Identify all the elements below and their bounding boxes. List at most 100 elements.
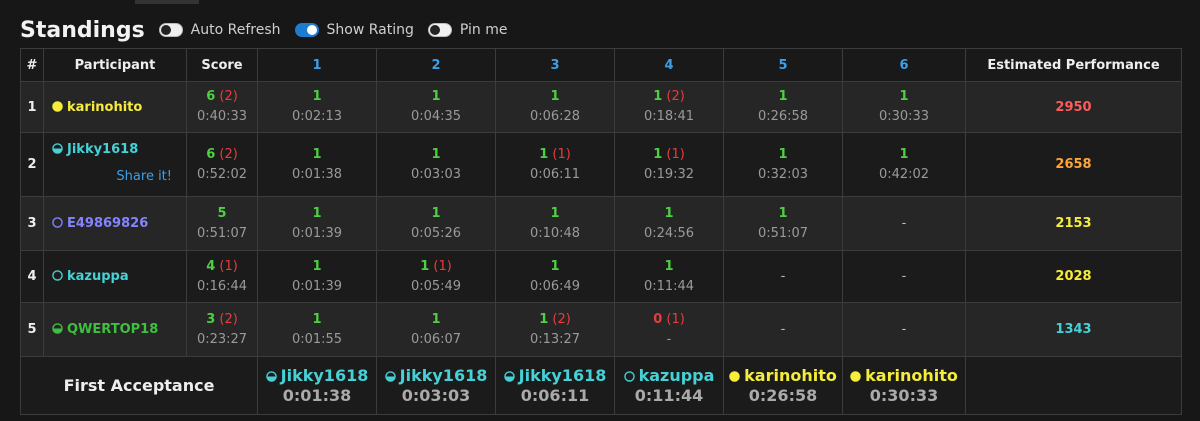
first-acceptance-cell: Jikky1618 0:03:03 xyxy=(376,356,496,415)
submission-time: 0:11:44 xyxy=(643,278,695,294)
problem-result-cell: 1 0:03:03 xyxy=(376,132,496,197)
participant-name[interactable]: karinohito xyxy=(67,100,142,115)
accepted-count: 1 xyxy=(420,258,430,274)
accepted-count: 1 xyxy=(431,146,441,162)
first-acceptance-name[interactable]: karinohito xyxy=(744,366,837,385)
submission-time: 0:05:49 xyxy=(410,278,462,294)
first-acceptance-cell: Jikky1618 0:06:11 xyxy=(495,356,615,415)
submission-time: 0:01:39 xyxy=(291,225,343,241)
wrong-attempts: (1) xyxy=(433,258,452,274)
score-penalty: (2) xyxy=(219,311,238,327)
first-acceptance-cell: karinohito 0:26:58 xyxy=(723,356,843,415)
problem-5-column-header[interactable]: 5 xyxy=(723,48,843,82)
accepted-count: 1 xyxy=(550,89,560,104)
wrong-attempts: (2) xyxy=(552,311,571,327)
empty-cell xyxy=(965,356,1182,415)
problem-4-column-header[interactable]: 4 xyxy=(614,48,724,82)
standings-table: # Participant Score 1 2 3 4 5 6 Estimate… xyxy=(20,48,1182,415)
problem-3-column-header[interactable]: 3 xyxy=(495,48,615,82)
score-penalty: (2) xyxy=(219,146,238,162)
first-acceptance-cell: Jikky1618 0:01:38 xyxy=(257,356,377,415)
participant-cell: karinohito xyxy=(43,81,187,133)
participant-name[interactable]: kazuppa xyxy=(67,269,129,284)
performance-column-header: Estimated Performance xyxy=(965,48,1182,82)
rating-circle-icon xyxy=(265,370,277,382)
rating-circle-icon xyxy=(850,370,861,382)
score-penalty: (1) xyxy=(219,258,238,274)
first-acceptance-cell: karinohito 0:30:33 xyxy=(842,356,966,415)
submission-time: 0:06:07 xyxy=(410,331,462,347)
problem-result-cell: 1 (1) 0:06:11 xyxy=(495,132,615,197)
problem-result-cell: 1 0:06:49 xyxy=(495,250,615,303)
first-acceptance-name[interactable]: Jikky1618 xyxy=(281,366,369,385)
submission-time: 0:01:55 xyxy=(291,331,343,347)
score-time: 0:23:27 xyxy=(196,331,248,347)
problem-result-cell: 1 0:30:33 xyxy=(842,81,966,133)
share-it-link[interactable]: Share it! xyxy=(116,169,172,184)
score-time: 0:16:44 xyxy=(196,278,248,294)
wrong-attempts: (2) xyxy=(666,89,685,104)
result-line: 1 (2) xyxy=(615,87,723,107)
result-line: 1 xyxy=(724,204,842,224)
first-acceptance-name[interactable]: kazuppa xyxy=(639,366,715,385)
accepted-count: 1 xyxy=(653,146,663,162)
problem-result-cell: 1 (2) 0:18:41 xyxy=(614,81,724,133)
accepted-count: 1 xyxy=(431,311,441,327)
accepted-count: 1 xyxy=(312,205,322,221)
first-acceptance-name[interactable]: karinohito xyxy=(865,366,958,385)
rank-cell: 2 xyxy=(20,132,44,197)
pin-me-toggle[interactable]: Pin me xyxy=(427,22,507,38)
problem-2-column-header[interactable]: 2 xyxy=(376,48,496,82)
score-time: 0:51:07 xyxy=(196,225,248,241)
accepted-count: 1 xyxy=(312,146,322,162)
table-row: 4 kazuppa 4 (1) 0:16:44 1 0:01:39 1 (1) 0:05:49… xyxy=(20,250,1182,303)
wrong-attempts: (1) xyxy=(666,146,685,162)
result-line: 1 (1) xyxy=(496,145,614,165)
problem-result-cell: 1 0:51:07 xyxy=(723,196,843,251)
problem-result-cell: - xyxy=(723,250,843,303)
score-points: 3 xyxy=(206,311,216,327)
submission-time: 0:51:07 xyxy=(757,225,809,241)
result-line: 1 xyxy=(496,87,614,107)
participant-cell: Jikky1618 Share it! xyxy=(43,132,187,197)
toggle-switch-icon[interactable] xyxy=(158,23,183,37)
accepted-count: 1 xyxy=(550,205,560,221)
first-acceptance-user: Jikky1618 xyxy=(377,366,495,386)
rating-circle-icon xyxy=(52,100,63,112)
score-line: 6 (2) xyxy=(187,145,257,165)
first-acceptance-row: First Acceptance Jikky1618 0:01:38 Jikky16… xyxy=(20,356,1182,415)
result-line: 1 xyxy=(615,204,723,224)
problem-6-column-header[interactable]: 6 xyxy=(842,48,966,82)
participant-name[interactable]: E49869826 xyxy=(67,216,148,231)
first-acceptance-name[interactable]: Jikky1618 xyxy=(519,366,607,385)
result-line: 1 xyxy=(724,87,842,107)
problem-result-cell: 1 0:01:39 xyxy=(257,250,377,303)
show-rating-toggle[interactable]: Show Rating xyxy=(294,22,414,38)
problem-1-column-header[interactable]: 1 xyxy=(257,48,377,82)
rating-circle-icon xyxy=(623,370,635,382)
participant-name[interactable]: Jikky1618 xyxy=(67,142,138,157)
first-acceptance-time: 0:26:58 xyxy=(748,385,818,405)
toggle-switch-icon[interactable] xyxy=(294,23,319,37)
submission-time: 0:18:41 xyxy=(643,109,695,124)
show-rating-label: Show Rating xyxy=(326,22,414,38)
no-submission: - xyxy=(901,269,907,284)
problem-result-cell: 1 0:01:55 xyxy=(257,302,377,357)
rating-circle-icon xyxy=(503,370,515,382)
submission-time: 0:06:11 xyxy=(529,166,581,182)
submission-time: 0:10:48 xyxy=(529,225,581,241)
result-line: 1 xyxy=(258,87,376,107)
result-line: 1 xyxy=(496,257,614,277)
problem-result-cell: 1 0:04:35 xyxy=(376,81,496,133)
result-line: 1 (1) xyxy=(615,145,723,165)
result-line: 1 xyxy=(258,204,376,224)
problem-result-cell: 1 0:06:07 xyxy=(376,302,496,357)
accepted-count: 1 xyxy=(539,311,549,327)
problem-result-cell: - xyxy=(842,196,966,251)
toggle-switch-icon[interactable] xyxy=(427,23,452,37)
result-line: 1 xyxy=(377,310,495,330)
participant-name[interactable]: QWERTOP18 xyxy=(67,322,158,337)
first-acceptance-name[interactable]: Jikky1618 xyxy=(400,366,488,385)
auto-refresh-toggle[interactable]: Auto Refresh xyxy=(158,22,281,38)
rank-cell: 1 xyxy=(20,81,44,133)
